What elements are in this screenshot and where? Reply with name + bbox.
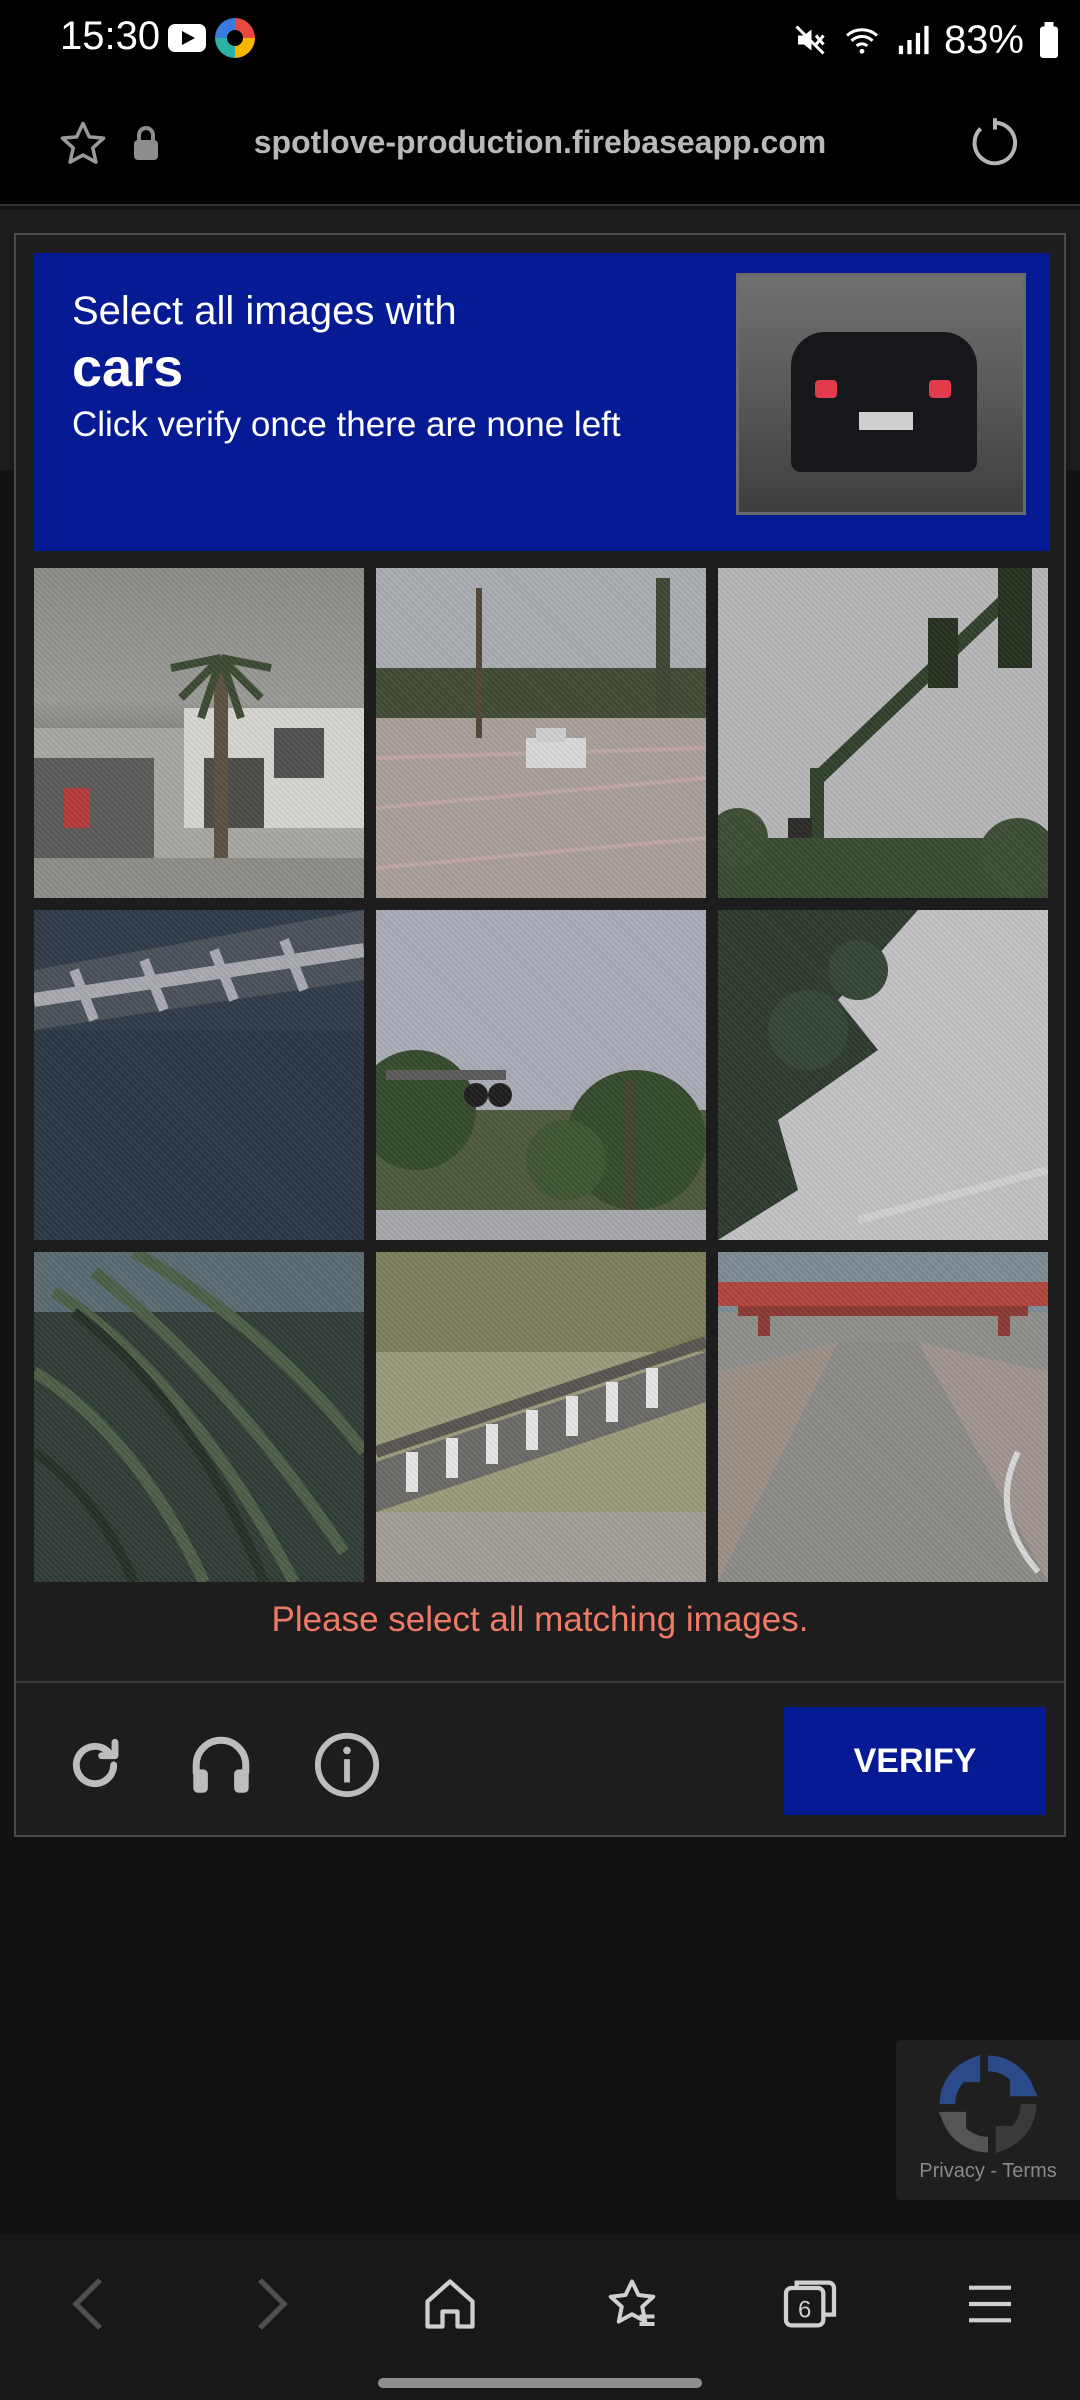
recaptcha-badge[interactable]: Privacy - Terms <box>896 2040 1080 2200</box>
captcha-tile-9[interactable] <box>718 1252 1048 1582</box>
menu-icon[interactable] <box>950 2264 1030 2344</box>
prompt-target-word: cars <box>72 338 184 398</box>
url-text[interactable]: spotlove-production.firebaseapp.com <box>0 124 1080 161</box>
verify-button[interactable]: VERIFY <box>784 1707 1046 1815</box>
app-icon <box>215 18 255 58</box>
captcha-tile-5[interactable] <box>376 910 706 1240</box>
privacy-link[interactable]: Privacy <box>919 2160 985 2182</box>
captcha-tile-4[interactable] <box>34 910 364 1240</box>
prompt-hint: Click verify once there are none left <box>72 405 621 444</box>
captcha-tile-1[interactable] <box>34 568 364 898</box>
recaptcha-logo-icon <box>938 2054 1038 2159</box>
refresh-icon[interactable] <box>58 1728 132 1802</box>
headphones-icon[interactable] <box>184 1728 258 1802</box>
recaptcha-links: Privacy - Terms <box>896 2160 1080 2183</box>
reload-icon[interactable] <box>968 116 1022 175</box>
captcha-error-message: Please select all matching images. <box>271 1600 809 1639</box>
home-indicator[interactable] <box>378 2378 702 2388</box>
tabs-icon[interactable]: 6 <box>770 2264 850 2344</box>
link-separator: - <box>990 2160 998 2182</box>
prompt-instruction: Select all images with <box>72 289 457 333</box>
status-icons: 83% <box>792 12 1060 68</box>
status-bar: 15:30 83% <box>0 0 1080 80</box>
mute-icon <box>795 25 825 55</box>
home-icon[interactable] <box>410 2264 490 2344</box>
sample-car-image <box>736 273 1026 515</box>
battery-percentage: 83% <box>943 17 1024 62</box>
browser-url-bar: spotlove-production.firebaseapp.com <box>0 80 1080 206</box>
tab-count: 6 <box>798 2296 811 2323</box>
back-icon[interactable] <box>48 2264 128 2344</box>
forward-icon[interactable] <box>232 2264 312 2344</box>
status-time: 15:30 <box>60 14 161 58</box>
captcha-image-grid <box>34 568 1049 1582</box>
wifi-icon <box>845 28 878 54</box>
captcha-tile-6[interactable] <box>718 910 1048 1240</box>
footer-divider <box>16 1681 1064 1683</box>
bookmarks-icon[interactable] <box>592 2264 672 2344</box>
info-icon[interactable] <box>310 1728 384 1802</box>
captcha-tile-8[interactable] <box>376 1252 706 1582</box>
captcha-tile-3[interactable] <box>718 568 1048 898</box>
terms-link[interactable]: Terms <box>1002 2160 1056 2182</box>
youtube-icon <box>168 24 206 52</box>
captcha-prompt: Select all images with cars Click verify… <box>34 253 1049 551</box>
battery-icon <box>1040 22 1058 58</box>
signal-icon <box>898 25 929 55</box>
browser-bottom-bar: 6 <box>0 2234 1080 2400</box>
captcha-tile-2[interactable] <box>376 568 706 898</box>
captcha-tile-7[interactable] <box>34 1252 364 1582</box>
